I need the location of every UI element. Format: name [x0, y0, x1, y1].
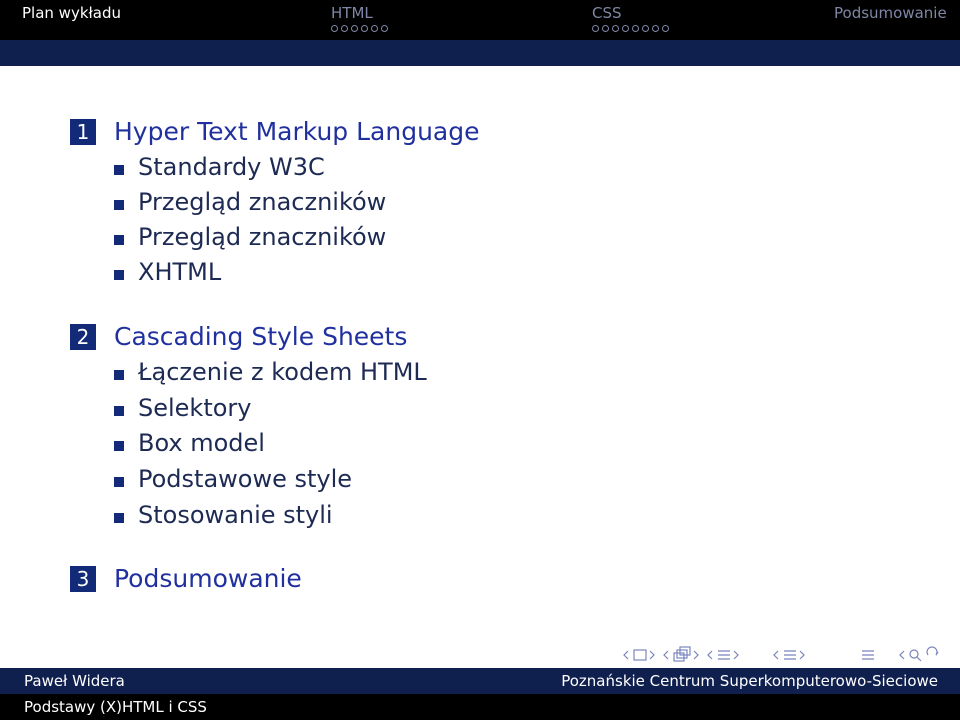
nav-next-icon[interactable]: [649, 650, 655, 660]
bullet-icon: [114, 200, 124, 210]
beamer-navigation-symbols: [622, 645, 952, 665]
bullet-icon: [114, 270, 124, 280]
nav-dot[interactable]: [592, 25, 599, 32]
nav-dot[interactable]: [662, 25, 669, 32]
bullet-icon: [114, 406, 124, 416]
subsection-title: Podstawowe style: [138, 465, 353, 493]
nav-dot[interactable]: [341, 25, 348, 32]
section-number: 3: [70, 565, 96, 592]
section-number: 2: [70, 323, 96, 350]
nav-dot[interactable]: [642, 25, 649, 32]
toc-section-3[interactable]: 3 Podsumowanie: [70, 564, 302, 593]
nav-dots-css[interactable]: [592, 25, 669, 35]
bullet-icon: [114, 441, 124, 451]
nav-section-plan[interactable]: Plan wykładu: [22, 4, 121, 22]
nav-frame-icon[interactable]: [633, 649, 647, 661]
nav-dot[interactable]: [381, 25, 388, 32]
top-band: [0, 0, 960, 40]
footer-title: Podstawy (X)HTML i CSS: [24, 698, 207, 716]
bullet-icon: [114, 513, 124, 523]
nav-dot[interactable]: [632, 25, 639, 32]
section-title: Hyper Text Markup Language: [114, 117, 480, 146]
subsection-title: Przegląd znaczników: [138, 223, 387, 251]
toc-section-2[interactable]: 2 Cascading Style Sheets: [70, 322, 407, 351]
subsection-title: Łączenie z kodem HTML: [138, 358, 427, 386]
nav-section-podsumowanie[interactable]: Podsumowanie: [834, 4, 947, 22]
nav-dots-html[interactable]: [331, 25, 388, 35]
bullet-icon: [114, 370, 124, 380]
nav-dot[interactable]: [652, 25, 659, 32]
footer-bottom-bar: Podstawy (X)HTML i CSS: [0, 694, 960, 720]
nav-section-css[interactable]: CSS: [592, 4, 622, 22]
nav-search-icon[interactable]: [909, 649, 919, 659]
nav-dot[interactable]: [612, 25, 619, 32]
subsection-title: Stosowanie styli: [138, 501, 333, 529]
toc-subsection[interactable]: Box model: [114, 429, 265, 457]
subsection-title: Przegląd znaczników: [138, 188, 387, 216]
nav-dot[interactable]: [361, 25, 368, 32]
nav-dot[interactable]: [622, 25, 629, 32]
section-number: 1: [70, 118, 96, 145]
nav-dot[interactable]: [331, 25, 338, 32]
toc-subsection[interactable]: Podstawowe style: [114, 465, 352, 493]
footer-author: Paweł Widera: [24, 672, 125, 690]
section-title: Podsumowanie: [114, 564, 302, 593]
toc-subsection[interactable]: Selektory: [114, 394, 252, 422]
nav-prev-icon[interactable]: [623, 650, 629, 660]
toc-subsection[interactable]: Łączenie z kodem HTML: [114, 358, 427, 386]
footer-top-bar: Paweł Widera Poznańskie Centrum Superkom…: [0, 668, 960, 694]
bullet-icon: [114, 165, 124, 175]
toc-subsection[interactable]: Standardy W3C: [114, 153, 325, 181]
subsection-title: Box model: [138, 429, 265, 457]
nav-section-html[interactable]: HTML: [331, 4, 373, 22]
nav-symbols-svg: [623, 646, 939, 662]
footer-institution: Poznańskie Centrum Superkomputerowo-Siec…: [561, 672, 938, 690]
bullet-icon: [114, 477, 124, 487]
toc-section-1[interactable]: 1 Hyper Text Markup Language: [70, 117, 480, 146]
toc-subsection[interactable]: Przegląd znaczników: [114, 188, 386, 216]
top-band-lower: [0, 40, 960, 66]
section-title: Cascading Style Sheets: [114, 322, 408, 351]
top-navigation: Plan wykładu HTML CSS Podsumowanie: [0, 0, 960, 66]
subsection-title: Selektory: [138, 394, 252, 422]
nav-dot[interactable]: [351, 25, 358, 32]
footer: Paweł Widera Poznańskie Centrum Superkom…: [0, 668, 960, 720]
toc-subsection[interactable]: XHTML: [114, 258, 221, 286]
toc-subsection[interactable]: Stosowanie styli: [114, 501, 333, 529]
subsection-title: Standardy W3C: [138, 153, 325, 181]
bullet-icon: [114, 235, 124, 245]
nav-dot[interactable]: [371, 25, 378, 32]
nav-dot[interactable]: [602, 25, 609, 32]
subsection-title: XHTML: [138, 258, 222, 286]
toc-subsection[interactable]: Przegląd znaczników: [114, 223, 386, 251]
